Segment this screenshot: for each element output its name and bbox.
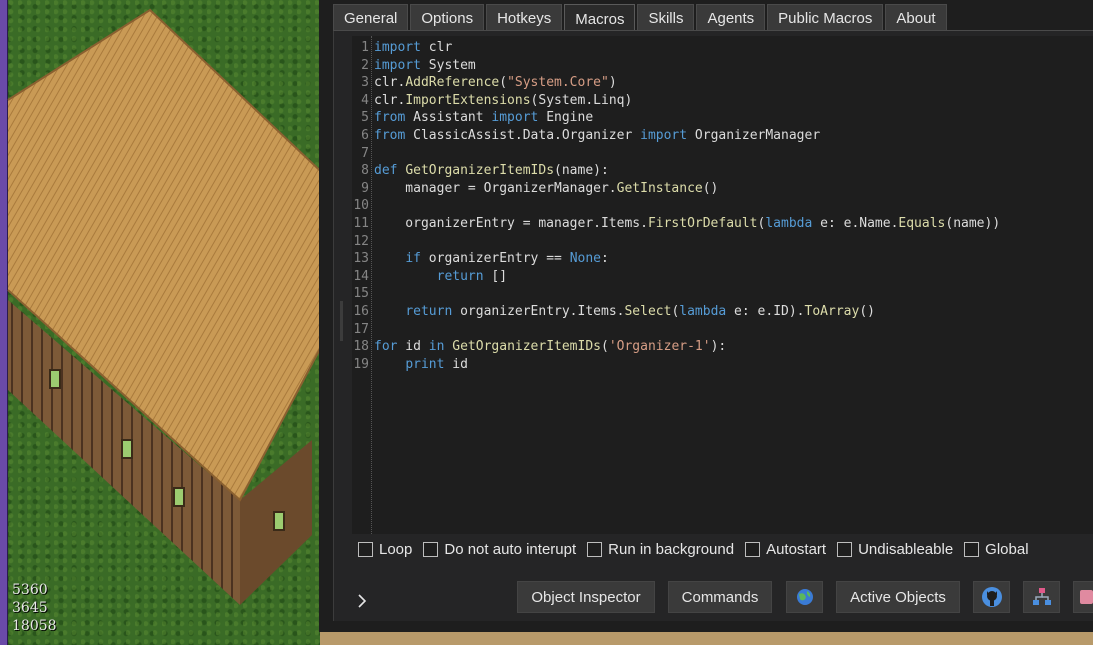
line-number: 9 — [361, 180, 369, 196]
do-not-auto-interupt-label: Do not auto interupt — [444, 541, 577, 558]
code-line[interactable] — [374, 197, 1000, 215]
loop-checkbox[interactable] — [358, 542, 373, 557]
extra-tool-icon — [1080, 590, 1093, 604]
macro-options: Loop Do not auto interupt Run in backgro… — [358, 541, 1040, 558]
line-number: 4 — [361, 92, 369, 108]
globe-button[interactable] — [786, 581, 823, 613]
tab-skills[interactable]: Skills — [637, 4, 695, 31]
line-number: 15 — [353, 286, 369, 302]
macro-toolbar: Object Inspector Commands Active Objects — [334, 581, 1093, 615]
code-line[interactable]: import System — [374, 57, 1000, 75]
ground-patch — [320, 630, 1093, 645]
tab-general[interactable]: General — [333, 4, 409, 31]
coord-y: 3645 — [12, 600, 48, 616]
tab-about[interactable]: About — [885, 4, 947, 31]
hierarchy-button[interactable] — [1023, 581, 1060, 613]
code-line[interactable] — [374, 321, 1000, 339]
player-coordinates: 5360 3645 18058 — [12, 581, 57, 635]
autostart-checkbox[interactable] — [745, 542, 761, 557]
code-line[interactable]: manager = OrganizerManager.GetInstance() — [374, 180, 1000, 198]
line-number: 8 — [361, 163, 369, 179]
line-number-gutter: 1 2 3 4 5 6 7 8 9 10 11 12 13 14 15 16 17 18 19 — [352, 36, 372, 534]
macros-panel: 1 2 3 4 5 6 7 8 9 10 11 12 13 14 15 16 17 18 19 import clr… — [333, 31, 1093, 621]
code-line[interactable]: import clr — [374, 39, 1000, 57]
code-line[interactable]: clr.AddReference("System.Core") — [374, 74, 1000, 92]
line-number: 13 — [353, 251, 369, 267]
global-option[interactable]: Global — [964, 541, 1029, 558]
line-number: 16 — [353, 303, 369, 319]
code-line[interactable]: return organizerEntry.Items.Select(lambd… — [374, 303, 1000, 321]
code-line[interactable] — [374, 285, 1000, 303]
code-line[interactable] — [374, 145, 1000, 163]
line-number: 10 — [353, 198, 369, 214]
do-not-auto-interupt-checkbox[interactable] — [423, 542, 439, 557]
line-number: 17 — [353, 321, 369, 337]
object-inspector-button[interactable]: Object Inspector — [517, 581, 655, 613]
line-number: 18 — [353, 339, 369, 355]
code-line[interactable]: def GetOrganizerItemIDs(name): — [374, 162, 1000, 180]
splitter-handle[interactable] — [340, 301, 343, 341]
tab-bar: General Options Hotkeys Macros Skills Ag… — [333, 4, 949, 33]
line-number: 14 — [353, 268, 369, 284]
undisableable-label: Undisableable — [858, 541, 954, 558]
code-line[interactable]: from Assistant import Engine — [374, 109, 1000, 127]
line-number: 5 — [361, 110, 369, 126]
github-button[interactable] — [973, 581, 1010, 613]
chevron-right-icon[interactable] — [356, 593, 370, 609]
tab-hotkeys[interactable]: Hotkeys — [486, 4, 563, 31]
coord-z: 18058 — [12, 618, 57, 634]
assistant-window: General Options Hotkeys Macros Skills Ag… — [319, 0, 1093, 632]
hierarchy-icon — [1032, 588, 1051, 605]
line-number: 2 — [361, 57, 369, 73]
coord-x: 5360 — [12, 582, 48, 598]
github-icon — [981, 587, 1002, 607]
commands-button[interactable]: Commands — [668, 581, 772, 613]
tab-options[interactable]: Options — [410, 4, 485, 31]
do-not-auto-interupt-option[interactable]: Do not auto interupt — [423, 541, 576, 558]
active-objects-button[interactable]: Active Objects — [836, 581, 960, 613]
code-line[interactable]: print id — [374, 356, 1000, 374]
tab-macros[interactable]: Macros — [564, 4, 636, 33]
global-checkbox[interactable] — [964, 542, 980, 557]
autostart-option[interactable]: Autostart — [745, 541, 826, 558]
code-line[interactable]: for id in GetOrganizerItemIDs('Organizer… — [374, 338, 1000, 356]
undisableable-checkbox[interactable] — [837, 542, 853, 557]
tab-public-macros[interactable]: Public Macros — [767, 4, 884, 31]
line-number: 3 — [361, 75, 369, 91]
run-in-background-checkbox[interactable] — [587, 542, 603, 557]
house-roof-graphic — [7, 8, 330, 605]
code-line[interactable]: if organizerEntry == None: — [374, 250, 1000, 268]
tab-agents[interactable]: Agents — [696, 4, 766, 31]
code-line[interactable]: return [] — [374, 268, 1000, 286]
line-number: 1 — [361, 40, 369, 55]
line-number: 19 — [353, 356, 369, 372]
macro-code-editor[interactable]: 1 2 3 4 5 6 7 8 9 10 11 12 13 14 15 16 17 18 19 import clr… — [352, 36, 1093, 534]
code-line[interactable]: clr.ImportExtensions(System.Linq) — [374, 92, 1000, 110]
line-number: 7 — [361, 145, 369, 161]
code-line[interactable]: organizerEntry = manager.Items.FirstOrDe… — [374, 215, 1000, 233]
line-number: 11 — [353, 215, 369, 231]
global-label: Global — [985, 541, 1029, 558]
run-in-background-label: Run in background — [608, 541, 735, 558]
loop-label: Loop — [379, 541, 413, 558]
globe-icon — [796, 589, 813, 605]
run-in-background-option[interactable]: Run in background — [587, 541, 734, 558]
line-number: 6 — [361, 127, 369, 143]
autostart-label: Autostart — [766, 541, 827, 558]
code-area[interactable]: import clr import System clr.AddReference(… — [374, 39, 1000, 373]
code-line[interactable]: from ClassicAssist.Data.Organizer import… — [374, 127, 1000, 145]
code-line[interactable] — [374, 233, 1000, 251]
line-number: 12 — [353, 233, 369, 249]
loop-option[interactable]: Loop — [358, 541, 412, 558]
extra-tool-button[interactable] — [1073, 581, 1093, 613]
undisableable-option[interactable]: Undisableable — [837, 541, 953, 558]
